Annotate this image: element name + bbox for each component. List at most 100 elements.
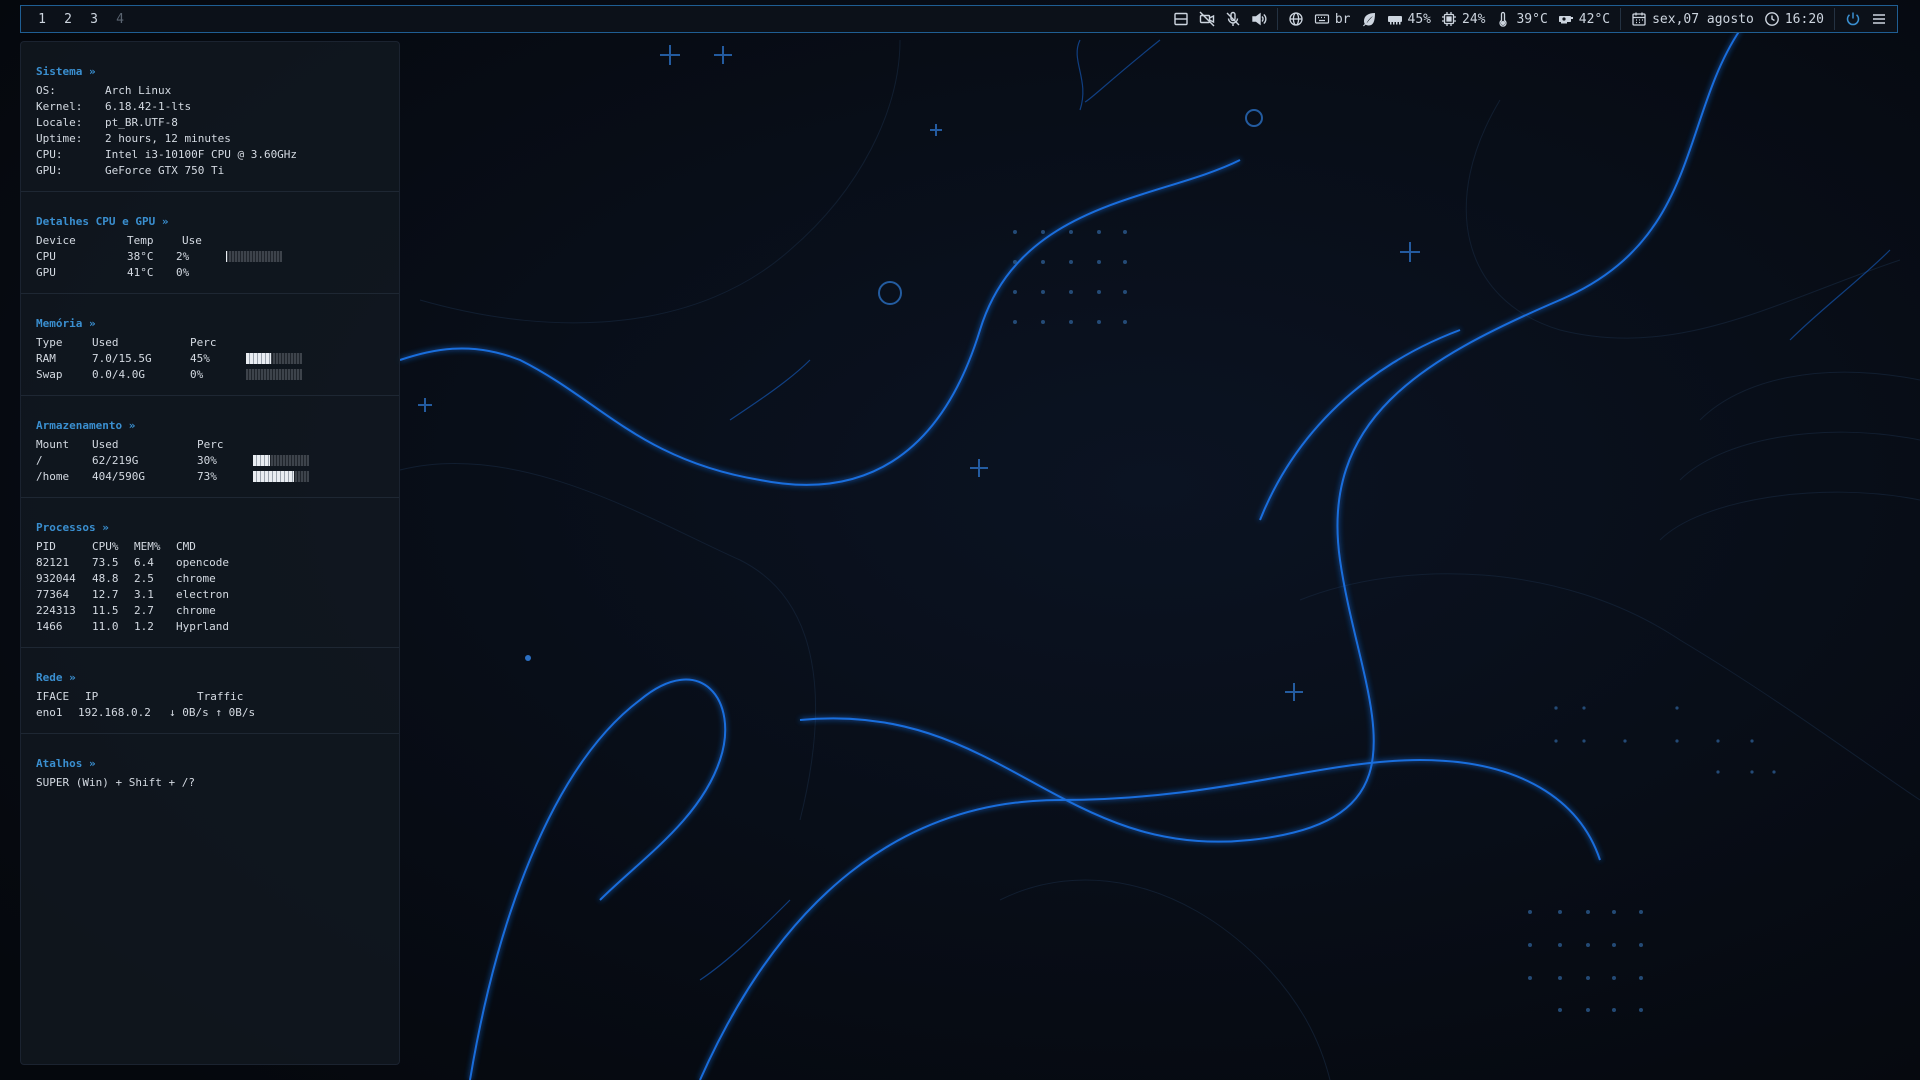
keyboard-icon xyxy=(1314,11,1330,27)
menu-icon[interactable] xyxy=(1871,11,1887,27)
cmd-cell: Hyprland xyxy=(176,620,229,633)
cpu-usage-indicator[interactable]: 24% xyxy=(1441,11,1485,27)
keyboard-layout-indicator[interactable]: br xyxy=(1314,11,1351,27)
cpu-percent: 24% xyxy=(1462,11,1486,27)
window-layout-icon[interactable] xyxy=(1173,11,1189,27)
clock-indicator[interactable]: 16:20 xyxy=(1764,11,1824,27)
process-row: 77364 12.7 3.1 electron xyxy=(36,587,384,603)
table-row: GPU 41°C 0% xyxy=(36,265,384,281)
root-disk-usage-bar xyxy=(253,455,309,466)
section-cpu-gpu: Detalhes CPU e GPU » Device Temp Use CPU… xyxy=(21,192,399,294)
column-header: CMD xyxy=(176,540,196,553)
usage-bar-fill xyxy=(253,471,294,482)
power-icon[interactable] xyxy=(1845,11,1861,27)
cpu-temperature: 39°C xyxy=(1516,11,1548,27)
process-row: 932044 48.8 2.5 chrome xyxy=(36,571,384,587)
column-header: Use xyxy=(182,234,202,247)
volume-icon[interactable] xyxy=(1251,11,1267,27)
section-title[interactable]: Processos » xyxy=(36,520,384,536)
system-info-panel: Sistema » OS: Arch Linux Kernel: 6.18.42-1… xyxy=(20,41,400,1065)
pid-cell: 932044 xyxy=(36,572,76,585)
mem-cell: 6.4 xyxy=(134,556,154,569)
leaf-power-profile-icon[interactable] xyxy=(1361,11,1377,27)
column-header: Device xyxy=(36,234,76,247)
info-label: Kernel: xyxy=(36,100,83,113)
mount-cell: /home xyxy=(36,470,70,483)
datetime-group: sex,07 agosto 16:20 xyxy=(1621,8,1835,30)
section-title[interactable]: Rede » xyxy=(36,670,384,686)
section-title[interactable]: Atalhos » xyxy=(36,756,384,772)
info-row: Locale: pt_BR.UTF-8 xyxy=(36,115,384,131)
info-row: Uptime: 2 hours, 12 minutes xyxy=(36,131,384,147)
pid-cell: 224313 xyxy=(36,604,76,617)
keyboard-layout-label: br xyxy=(1334,11,1351,27)
ip-cell: 192.168.0.2 xyxy=(78,706,151,719)
info-value: Arch Linux xyxy=(105,84,172,97)
column-header: Type xyxy=(36,336,63,349)
pid-cell: 82121 xyxy=(36,556,70,569)
mem-cell: 2.5 xyxy=(134,572,154,585)
pid-cell: 77364 xyxy=(36,588,70,601)
process-row: 82121 73.5 6.4 opencode xyxy=(36,555,384,571)
cpu-cell: 48.8 xyxy=(92,572,119,585)
device-cell: GPU xyxy=(36,266,56,279)
session-group xyxy=(1835,8,1897,30)
system-status-group: br 45% 24% 39°C 42°C xyxy=(1278,8,1622,30)
memory-chip-icon xyxy=(1387,11,1403,27)
info-label: Locale: xyxy=(36,116,83,129)
thermometer-icon xyxy=(1495,11,1511,27)
section-rede: Rede » IFACE IP Traffic eno1 192.168.0.2… xyxy=(21,648,399,734)
cmd-cell: chrome xyxy=(176,572,216,585)
used-cell: 62/219G xyxy=(92,454,139,467)
cpu-temperature-indicator[interactable]: 39°C xyxy=(1495,11,1548,27)
mem-cell: 2.7 xyxy=(134,604,154,617)
table-header: PID CPU% MEM% CMD xyxy=(36,539,384,555)
usage-bar-fill xyxy=(226,251,228,262)
workspace-3[interactable]: 3 xyxy=(81,12,107,27)
use-cell: 0% xyxy=(176,266,190,279)
section-memoria: Memória » Type Used Perc RAM 7.0/15.5G 4… xyxy=(21,294,399,396)
clock-icon xyxy=(1764,11,1780,27)
column-header: PID xyxy=(36,540,56,553)
camera-off-icon[interactable] xyxy=(1199,11,1215,27)
table-row: /home 404/590G 73% xyxy=(36,469,384,485)
workspace-1[interactable]: 1 xyxy=(29,12,55,27)
info-value: 6.18.42-1-lts xyxy=(105,100,192,113)
info-value: GeForce GTX 750 Ti xyxy=(105,164,225,177)
workspace-4[interactable]: 4 xyxy=(107,12,133,27)
date-indicator[interactable]: sex,07 agosto xyxy=(1631,11,1754,27)
section-title[interactable]: Sistema » xyxy=(36,64,384,80)
process-row: 224313 11.5 2.7 chrome xyxy=(36,603,384,619)
gpu-temperature-indicator[interactable]: 42°C xyxy=(1558,11,1610,27)
cpu-usage-bar xyxy=(226,251,282,262)
microphone-muted-icon[interactable] xyxy=(1225,11,1241,27)
section-armazenamento: Armazenamento » Mount Used Perc / 62/219… xyxy=(21,396,399,498)
cmd-cell: opencode xyxy=(176,556,229,569)
section-title[interactable]: Memória » xyxy=(36,316,384,332)
workspace-2[interactable]: 2 xyxy=(55,12,81,27)
section-title[interactable]: Detalhes CPU e GPU » xyxy=(36,214,384,230)
table-header: Device Temp Use xyxy=(36,233,384,249)
gpu-temperature: 42°C xyxy=(1578,11,1611,27)
pid-cell: 1466 xyxy=(36,620,63,633)
info-label: OS: xyxy=(36,84,56,97)
memory-usage-indicator[interactable]: 45% xyxy=(1387,11,1431,27)
usage-bar-fill xyxy=(246,353,272,364)
column-header: Perc xyxy=(197,438,224,451)
swap-usage-bar xyxy=(246,369,302,380)
perc-cell: 0% xyxy=(190,368,204,381)
media-controls-group xyxy=(1163,8,1278,30)
memory-percent: 45% xyxy=(1407,11,1431,27)
info-row: CPU: Intel i3-10100F CPU @ 3.60GHz xyxy=(36,147,384,163)
mount-cell: / xyxy=(36,454,43,467)
info-row: Kernel: 6.18.42-1-lts xyxy=(36,99,384,115)
column-header: Temp xyxy=(127,234,154,247)
network-globe-icon[interactable] xyxy=(1288,11,1304,27)
section-title[interactable]: Armazenamento » xyxy=(36,418,384,434)
column-header: IFACE xyxy=(36,690,70,703)
mem-cell: 1.2 xyxy=(134,620,154,633)
cpu-cell: 11.0 xyxy=(92,620,119,633)
section-processos: Processos » PID CPU% MEM% CMD 82121 73.5… xyxy=(21,498,399,648)
date-label: sex,07 agosto xyxy=(1652,11,1754,27)
column-header: Mount xyxy=(36,438,70,451)
